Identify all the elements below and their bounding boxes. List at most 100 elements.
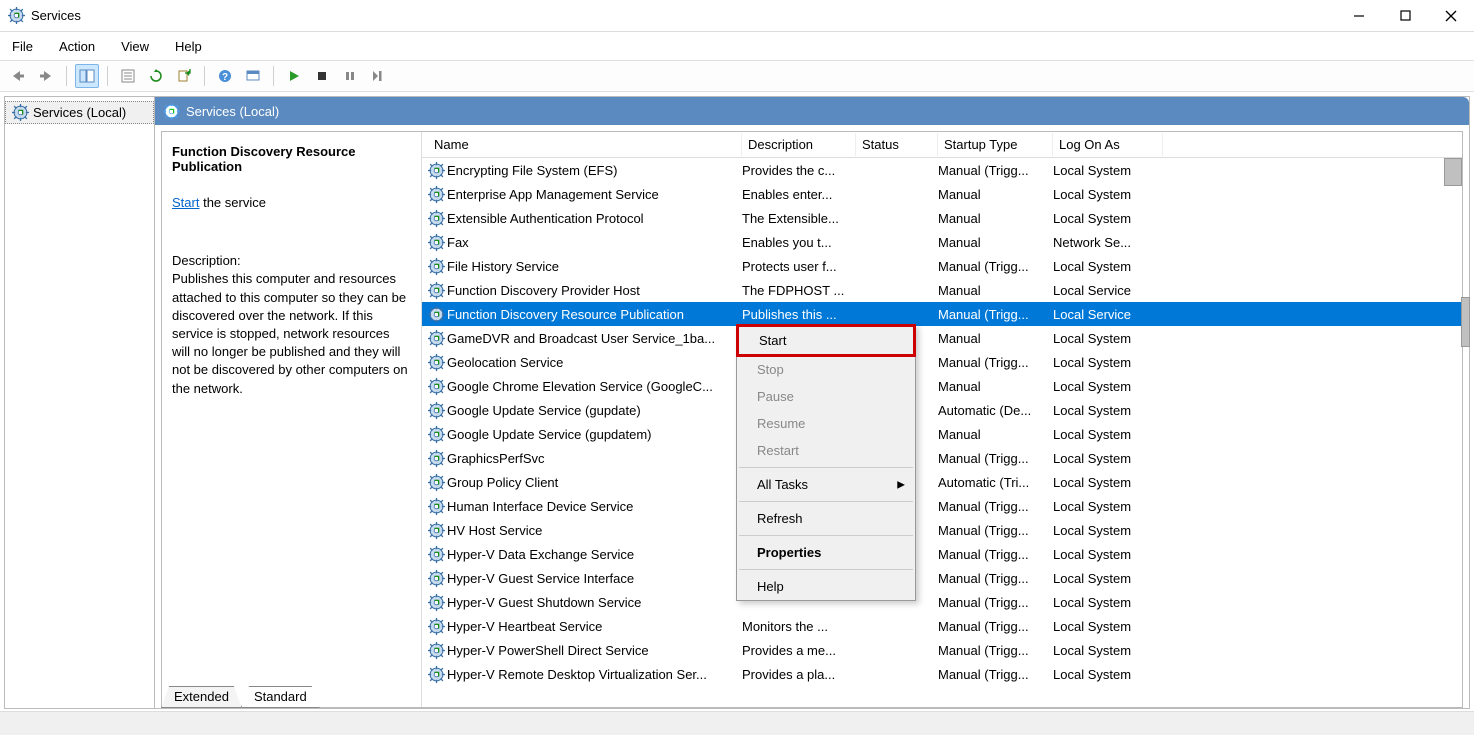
restart-service-button[interactable] xyxy=(366,64,390,88)
service-logon: Local System xyxy=(1053,355,1163,370)
show-hide-tree-button[interactable] xyxy=(75,64,99,88)
header-logon[interactable]: Log On As xyxy=(1053,133,1163,156)
service-icon xyxy=(428,210,445,227)
service-row[interactable]: Hyper-V Guest Shutdown ServiceManual (Tr… xyxy=(422,590,1462,614)
refresh-button[interactable] xyxy=(144,64,168,88)
service-row[interactable]: Extensible Authentication ProtocolThe Ex… xyxy=(422,206,1462,230)
service-icon xyxy=(428,354,445,371)
service-logon: Local System xyxy=(1053,163,1163,178)
header-description[interactable]: Description xyxy=(742,133,856,156)
service-row[interactable]: Function Discovery Resource Publication P… xyxy=(422,302,1462,326)
ctx-separator xyxy=(739,535,913,536)
menu-help[interactable]: Help xyxy=(173,36,204,57)
panel-header-label: Services (Local) xyxy=(186,104,279,119)
tab-extended-label: Extended xyxy=(174,689,229,704)
titlebar: Services xyxy=(0,0,1474,32)
minimize-button[interactable] xyxy=(1336,1,1382,31)
service-row[interactable]: File History ServiceProtects user f...Ma… xyxy=(422,254,1462,278)
console-button[interactable] xyxy=(241,64,265,88)
service-row[interactable]: FaxEnables you t...ManualNetwork Se... xyxy=(422,230,1462,254)
service-name: Google Update Service (gupdatem) xyxy=(447,427,652,442)
service-desc: Enables you t... xyxy=(742,235,856,250)
service-row[interactable]: Hyper-V Remote Desktop Virtualization Se… xyxy=(422,662,1462,686)
service-row[interactable]: Hyper-V Heartbeat ServiceMonitors the ..… xyxy=(422,614,1462,638)
tab-extended[interactable]: Extended xyxy=(161,686,242,708)
service-logon: Local System xyxy=(1053,595,1163,610)
service-row[interactable]: Hyper-V Guest Service InterfaceManual (T… xyxy=(422,566,1462,590)
app-icon xyxy=(8,7,25,24)
service-startup: Manual xyxy=(938,379,1053,394)
service-row[interactable]: Google Update Service (gupdate)Automatic… xyxy=(422,398,1462,422)
service-logon: Local System xyxy=(1053,499,1163,514)
service-startup: Manual (Trigg... xyxy=(938,643,1053,658)
service-desc: Publishes this ... xyxy=(742,307,856,322)
service-logon: Local System xyxy=(1053,571,1163,586)
service-row[interactable]: Google Update Service (gupdatem)ManualLo… xyxy=(422,422,1462,446)
outer-scrollbar-thumb[interactable] xyxy=(1461,297,1470,347)
service-row[interactable]: Enterprise App Management ServiceEnables… xyxy=(422,182,1462,206)
service-row[interactable]: Hyper-V PowerShell Direct ServiceProvide… xyxy=(422,638,1462,662)
scrollbar-thumb[interactable] xyxy=(1444,158,1462,186)
start-service-link[interactable]: Start xyxy=(172,195,199,210)
service-row[interactable]: Encrypting File System (EFS)Provides the… xyxy=(422,158,1462,182)
ctx-resume: Resume xyxy=(737,410,915,437)
ctx-all-tasks[interactable]: All Tasks ▶ xyxy=(737,471,915,498)
service-icon xyxy=(428,234,445,251)
ctx-stop: Stop xyxy=(737,356,915,383)
service-row[interactable]: Google Chrome Elevation Service (GoogleC… xyxy=(422,374,1462,398)
service-row[interactable]: GameDVR and Broadcast User Service_1ba..… xyxy=(422,326,1462,350)
start-service-button[interactable] xyxy=(282,64,306,88)
service-startup: Manual (Trigg... xyxy=(938,163,1053,178)
maximize-button[interactable] xyxy=(1382,1,1428,31)
service-row[interactable]: Geolocation ServicegManual (Trigg...Loca… xyxy=(422,350,1462,374)
service-name: Hyper-V Heartbeat Service xyxy=(447,619,602,634)
ctx-separator xyxy=(739,467,913,468)
console-icon xyxy=(246,69,260,83)
menu-view[interactable]: View xyxy=(119,36,151,57)
ctx-restart-label: Restart xyxy=(757,443,799,458)
header-status[interactable]: Status xyxy=(856,133,938,156)
service-startup: Manual (Trigg... xyxy=(938,547,1053,562)
service-row[interactable]: Human Interface Device ServiceManual (Tr… xyxy=(422,494,1462,518)
service-name: Hyper-V PowerShell Direct Service xyxy=(447,643,649,658)
service-startup: Manual (Trigg... xyxy=(938,619,1053,634)
ctx-refresh[interactable]: Refresh xyxy=(737,505,915,532)
app-title: Services xyxy=(31,8,81,23)
ctx-resume-label: Resume xyxy=(757,416,805,431)
close-button[interactable] xyxy=(1428,1,1474,31)
start-tail-text: the service xyxy=(199,195,265,210)
help-button[interactable]: ? xyxy=(213,64,237,88)
service-name: Fax xyxy=(447,235,469,250)
tab-standard[interactable]: Standard xyxy=(241,686,320,708)
header-name[interactable]: Name xyxy=(428,133,742,156)
service-logon: Local System xyxy=(1053,451,1163,466)
ctx-help[interactable]: Help xyxy=(737,573,915,600)
tree-item-services-local[interactable]: Services (Local) xyxy=(5,101,154,124)
maximize-icon xyxy=(1400,10,1411,21)
service-row[interactable]: Function Discovery Provider HostThe FDPH… xyxy=(422,278,1462,302)
back-button[interactable] xyxy=(6,64,30,88)
service-row[interactable]: Group Policy ClientgAutomatic (Tri...Loc… xyxy=(422,470,1462,494)
menu-action[interactable]: Action xyxy=(57,36,97,57)
pause-service-button[interactable] xyxy=(338,64,362,88)
service-logon: Local System xyxy=(1053,667,1163,682)
ctx-pause: Pause xyxy=(737,383,915,410)
service-row[interactable]: GraphicsPerfSvcManual (Trigg...Local Sys… xyxy=(422,446,1462,470)
properties-button[interactable] xyxy=(116,64,140,88)
stop-icon xyxy=(316,70,328,82)
ctx-start[interactable]: Start xyxy=(736,324,916,357)
service-row[interactable]: Hyper-V Data Exchange ServiceManual (Tri… xyxy=(422,542,1462,566)
service-name: Function Discovery Provider Host xyxy=(447,283,640,298)
service-name: Function Discovery Resource Publication xyxy=(447,307,684,322)
service-row[interactable]: HV Host ServiceManual (Trigg...Local Sys… xyxy=(422,518,1462,542)
service-startup: Manual xyxy=(938,331,1053,346)
stop-service-button[interactable] xyxy=(310,64,334,88)
export-button[interactable] xyxy=(172,64,196,88)
service-logon: Local System xyxy=(1053,259,1163,274)
service-desc: Provides the c... xyxy=(742,163,856,178)
service-startup: Manual xyxy=(938,211,1053,226)
header-startup[interactable]: Startup Type xyxy=(938,133,1053,156)
forward-button[interactable] xyxy=(34,64,58,88)
ctx-properties[interactable]: Properties xyxy=(737,539,915,566)
menu-file[interactable]: File xyxy=(10,36,35,57)
